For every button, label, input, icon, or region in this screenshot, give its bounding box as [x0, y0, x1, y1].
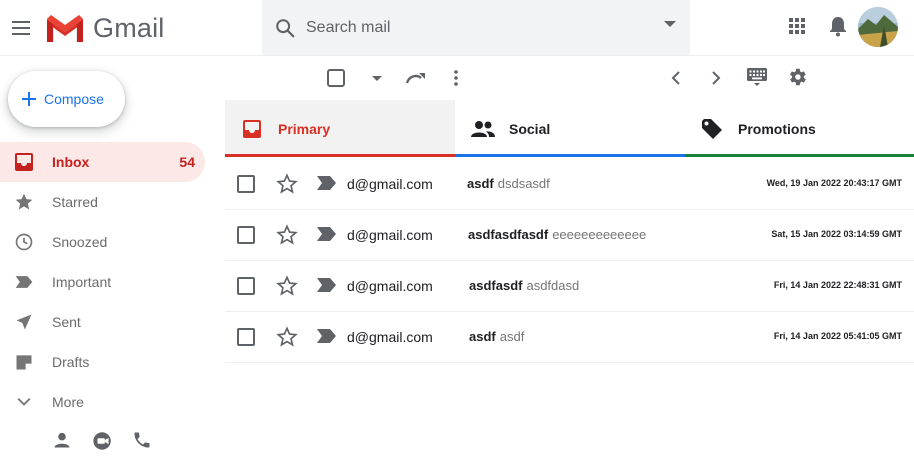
email-date: Fri, 14 Jan 2022 05:41:05 GMT	[773, 331, 902, 341]
email-subject-text: asdfasdf	[469, 278, 523, 293]
search-options-caret-icon[interactable]	[664, 21, 676, 28]
email-subject-text: asdfasdfasdf	[468, 227, 549, 242]
important-marker-icon[interactable]	[317, 176, 337, 190]
sidebar-item-label: Sent	[52, 314, 81, 330]
email-subject-text: asdf	[469, 329, 496, 344]
sidebar-item-label: More	[52, 394, 84, 410]
email-row[interactable]: d@gmail.com asdf dsdsasdf Wed, 19 Jan 202…	[225, 159, 914, 210]
tab-social[interactable]: Social	[455, 100, 685, 157]
more-vert-icon[interactable]	[444, 66, 468, 90]
important-icon	[14, 272, 36, 292]
row-checkbox[interactable]	[237, 328, 255, 346]
tab-primary[interactable]: Primary	[225, 100, 455, 157]
inbox-icon	[14, 152, 36, 172]
important-marker-icon[interactable]	[317, 227, 337, 241]
inbox-tab-icon	[242, 119, 262, 139]
bell-icon[interactable]	[826, 14, 850, 38]
important-marker-icon[interactable]	[317, 329, 337, 343]
row-checkbox[interactable]	[237, 277, 255, 295]
people-icon	[470, 120, 496, 138]
avatar[interactable]	[858, 7, 898, 47]
chevron-left-icon[interactable]	[664, 66, 688, 90]
sidebar-item-label: Important	[52, 274, 112, 290]
email-sender: d@gmail.com	[347, 329, 433, 345]
sidebar-item-sent[interactable]: Sent	[0, 302, 205, 342]
tab-label: Social	[509, 120, 551, 137]
clock-icon	[14, 232, 36, 252]
row-checkbox[interactable]	[237, 226, 255, 244]
search-input[interactable]	[306, 18, 646, 37]
email-date: Sat, 15 Jan 2022 03:14:59 GMT	[771, 229, 902, 239]
sidebar-item-inbox[interactable]: Inbox 54	[0, 142, 205, 182]
star-icon[interactable]	[276, 224, 298, 246]
email-sender: d@gmail.com	[347, 278, 433, 294]
email-sender: d@gmail.com	[347, 227, 433, 243]
sidebar-item-more[interactable]: More	[0, 382, 205, 422]
email-row[interactable]: d@gmail.com asdf asdf Fri, 14 Jan 2022 05…	[225, 312, 914, 363]
tab-indicator	[455, 154, 685, 157]
compose-label: Compose	[44, 91, 104, 107]
select-all-checkbox[interactable]	[324, 66, 348, 90]
tab-label: Promotions	[738, 120, 816, 137]
star-icon[interactable]	[276, 275, 298, 297]
email-date: Fri, 14 Jan 2022 22:48:31 GMT	[773, 280, 902, 290]
gmail-logo-text: Gmail	[93, 12, 165, 43]
tab-label: Primary	[278, 120, 331, 137]
category-tabs: Primary Social Promotions	[225, 100, 914, 157]
sidebar-item-label: Drafts	[52, 354, 90, 370]
chevron-right-icon[interactable]	[704, 66, 728, 90]
email-subject: asdfasdf asdfdasd	[469, 278, 579, 293]
keyboard-icon[interactable]	[745, 65, 769, 89]
email-subject: asdf dsdsasdf	[467, 176, 550, 191]
tab-indicator	[685, 154, 914, 157]
email-subject: asdf asdf	[469, 329, 524, 344]
search-bar[interactable]	[262, 0, 690, 55]
person-icon[interactable]	[52, 430, 72, 450]
plus-icon	[22, 92, 36, 106]
sidebar-item-important[interactable]: Important	[0, 262, 205, 302]
settings-icon[interactable]	[785, 65, 809, 89]
email-row[interactable]: d@gmail.com asdfasdf asdfdasd Fri, 14 Jan…	[225, 261, 914, 312]
phone-icon[interactable]	[132, 430, 152, 450]
email-row[interactable]: d@gmail.com asdfasdfasdf eeeeeeeeeeeee Sa…	[225, 210, 914, 261]
gmail-m-icon	[47, 15, 83, 42]
tab-indicator	[225, 154, 455, 157]
compose-button[interactable]: Compose	[8, 71, 125, 127]
email-snippet: asdfdasd	[526, 278, 580, 293]
tag-icon	[701, 118, 723, 140]
email-snippet: eeeeeeeeeeeee	[552, 227, 647, 242]
hangouts-bar	[52, 430, 162, 454]
sidebar-item-snoozed[interactable]: Snoozed	[0, 222, 205, 262]
sidebar-item-label: Starred	[52, 194, 98, 210]
email-date: Wed, 19 Jan 2022 20:43:17 GMT	[766, 178, 902, 188]
unread-count-badge: 54	[179, 154, 195, 170]
gmail-logo[interactable]: Gmail	[44, 10, 165, 46]
draft-icon	[14, 352, 36, 372]
email-sender: d@gmail.com	[347, 176, 433, 192]
row-checkbox[interactable]	[237, 175, 255, 193]
refresh-icon[interactable]	[404, 66, 428, 90]
star-icon	[14, 192, 36, 212]
email-snippet: dsdsasdf	[497, 176, 550, 191]
important-marker-icon[interactable]	[317, 278, 337, 292]
send-icon	[14, 312, 36, 332]
email-subject: asdfasdfasdf eeeeeeeeeeeee	[468, 227, 646, 242]
chevron-down-icon	[14, 392, 36, 412]
search-icon[interactable]	[274, 17, 296, 39]
tab-promotions[interactable]: Promotions	[685, 100, 914, 157]
video-icon[interactable]	[92, 430, 114, 452]
sidebar-item-label: Snoozed	[52, 234, 108, 250]
sidebar-item-label: Inbox	[52, 154, 90, 170]
email-snippet: asdf	[499, 329, 525, 344]
star-icon[interactable]	[276, 173, 298, 195]
email-subject-text: asdf	[467, 176, 494, 191]
apps-grid-icon[interactable]	[785, 14, 809, 38]
sidebar-item-starred[interactable]: Starred	[0, 182, 205, 222]
caret-down-icon[interactable]	[365, 66, 389, 90]
app-header: Gmail	[0, 0, 914, 56]
hamburger-menu-icon[interactable]	[6, 12, 38, 44]
sidebar-item-drafts[interactable]: Drafts	[0, 342, 205, 382]
star-icon[interactable]	[276, 326, 298, 348]
